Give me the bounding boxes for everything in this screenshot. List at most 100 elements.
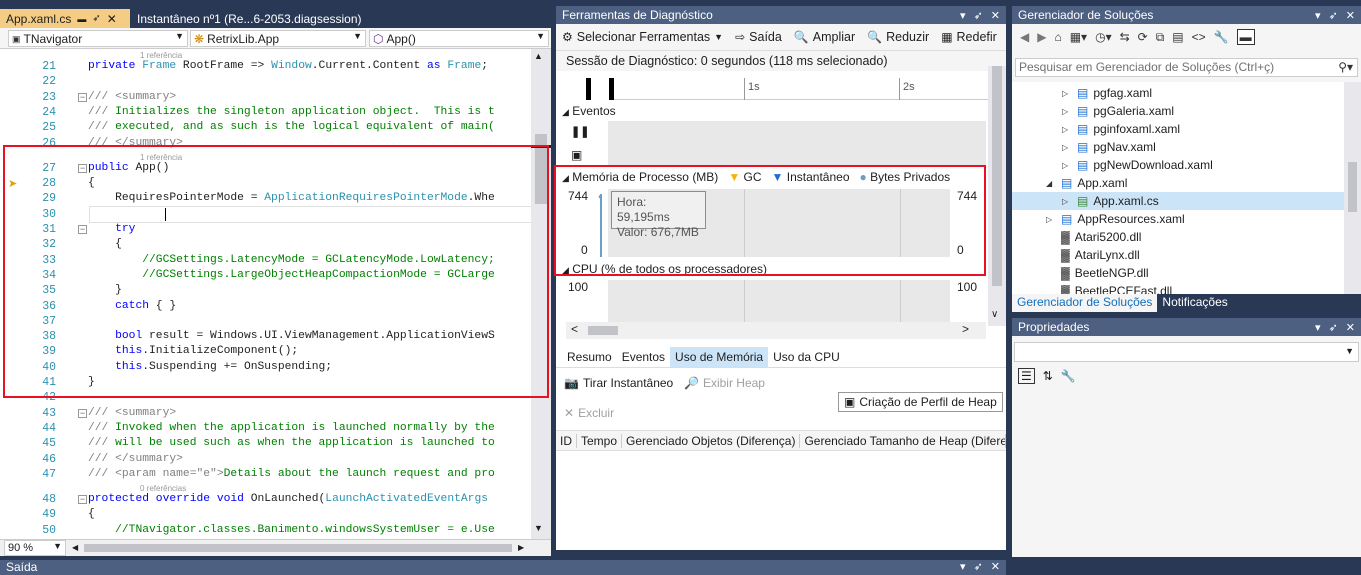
pin-icon[interactable]: ➶ (1329, 9, 1338, 22)
class-dropdown[interactable]: ❋ RetrixLib.App ▼ (190, 30, 366, 47)
code-line[interactable]: 49 { (0, 507, 531, 522)
col-id[interactable]: ID (556, 433, 577, 448)
code-line[interactable]: 47 /// <param name="e">Details about the … (0, 467, 531, 482)
property-pages-icon[interactable]: 🔧 (1061, 369, 1076, 383)
dropdown-icon[interactable]: ▾ (1315, 321, 1321, 334)
expand-arrow-icon[interactable]: ▷ (1062, 125, 1072, 134)
tab-summary[interactable]: Resumo (562, 347, 617, 367)
timeline-ruler[interactable]: 1s 2s (586, 78, 990, 100)
dropdown-icon[interactable]: ▾ (1315, 9, 1321, 22)
tree-item[interactable]: ▓ BeetlePCEFast.dll (1012, 282, 1172, 294)
scroll-left-icon[interactable]: ◀ (72, 543, 78, 552)
tree-item[interactable]: ◢ ▤ App.xaml (1012, 174, 1127, 192)
fold-toggle-icon[interactable]: − (78, 495, 87, 505)
horizontal-scroll-thumb[interactable] (84, 544, 512, 552)
collapse-all-icon[interactable]: ⧉ (1156, 30, 1165, 45)
expand-arrow-icon[interactable]: ▷ (1062, 161, 1072, 170)
tree-item[interactable]: ▷ ▤ pgfag.xaml (1012, 84, 1152, 102)
pin-icon[interactable]: ➶ (92, 13, 100, 25)
col-managed-objects[interactable]: Gerenciado Objetos (Diferença) (622, 433, 801, 448)
properties-object-dropdown[interactable]: ▼ (1014, 342, 1359, 362)
tree-item[interactable]: ▓ BeetleNGP.dll (1012, 264, 1149, 282)
fold-toggle-icon[interactable]: − (78, 92, 87, 102)
scroll-left-icon[interactable]: < (571, 322, 578, 336)
tree-item[interactable]: ▷ ▤ AppResources.xaml (1012, 210, 1185, 228)
scroll-thumb[interactable] (1348, 162, 1357, 212)
tab-diagsession[interactable]: Instantâneo nº1 (Re...6-2053.diagsession… (131, 9, 386, 28)
tree-item[interactable]: ▓ AtariLynx.dll (1012, 246, 1140, 264)
tree-item[interactable]: ▓ Atari5200.dll (1012, 228, 1141, 246)
refresh-icon[interactable]: ⟳ (1138, 30, 1148, 44)
alphabetical-icon[interactable]: ⇅ (1043, 369, 1053, 383)
delete-button[interactable]: ✕ Excluir (564, 406, 614, 420)
tab-events[interactable]: Eventos (617, 347, 670, 367)
code-line[interactable]: 43 /// <summary> − (0, 406, 531, 421)
cpu-chart-area[interactable] (590, 280, 950, 322)
tree-item[interactable]: ▷ ▤ pginfoxaml.xaml (1012, 120, 1180, 138)
back-icon[interactable]: ◀ (1020, 30, 1029, 44)
expand-arrow-icon[interactable]: ▷ (1062, 197, 1072, 206)
member-dropdown[interactable]: ⬡ App() ▼ (369, 30, 549, 47)
categorized-icon[interactable]: ☰ (1018, 368, 1035, 384)
code-line[interactable]: 50 //TNavigator.classes.Banimento.window… (0, 523, 531, 538)
zoom-out-button[interactable]: 🔍 Reduzir (867, 30, 929, 44)
events-header[interactable]: ◢ Eventos (562, 104, 616, 118)
pin-icon[interactable]: ➶ (974, 560, 983, 575)
scroll-down-icon[interactable]: ▼ (534, 523, 543, 533)
tab-memory-usage[interactable]: Uso de Memória (670, 347, 769, 367)
close-icon[interactable]: ✕ (1346, 321, 1355, 334)
selection-range[interactable] (586, 78, 614, 100)
code-line[interactable]: 45 /// will be used such as when the appl… (0, 436, 531, 451)
scroll-right-icon[interactable]: ▶ (518, 543, 524, 552)
solution-tree[interactable]: ▷ ▤ pgfag.xaml ▷ ▤ pgGaleria.xaml ▷ ▤ pginfoxaml… (1012, 82, 1344, 294)
code-line[interactable]: 24 /// Initializes the singleton applicat… (0, 105, 531, 120)
expand-arrow-icon[interactable]: ▷ (1062, 89, 1072, 98)
code-line[interactable]: 44 /// Invoked when the application is la… (0, 421, 531, 436)
pending-changes-icon[interactable]: ◷▾ (1095, 30, 1112, 44)
solution-search-input[interactable]: Pesquisar em Gerenciador de Soluções (Ct… (1015, 58, 1358, 77)
collapse-arrow-icon[interactable]: ◢ (1046, 179, 1056, 188)
zoom-in-button[interactable]: 🔍 Ampliar (794, 30, 855, 44)
close-icon[interactable]: ✕ (991, 9, 1000, 22)
events-track[interactable] (590, 121, 986, 167)
home-icon[interactable]: ⌂ (1054, 30, 1061, 44)
scroll-down-icon[interactable]: ∨ (991, 309, 998, 320)
tab-cpu-usage[interactable]: Uso da CPU (768, 347, 845, 367)
preview-icon[interactable]: ▬ (1236, 29, 1255, 45)
close-icon[interactable]: ✕ (1346, 9, 1355, 22)
show-heap-button[interactable]: 🔎 Exibir Heap (684, 376, 765, 390)
tree-item[interactable]: ▷ ▤ pgGaleria.xaml (1012, 102, 1174, 120)
reset-button[interactable]: ▦ Redefir (941, 30, 997, 44)
code-line[interactable]: 23 /// <summary> − (0, 90, 531, 105)
scroll-thumb[interactable] (992, 66, 1002, 286)
tree-item[interactable]: ▷ ▤ App.xaml.cs (1012, 192, 1344, 210)
heap-profiling-button[interactable]: ▣ Criação de Perfil de Heap (838, 392, 1003, 412)
sync-icon[interactable]: ⇆ (1120, 30, 1130, 44)
dropdown-icon[interactable]: ▾ (960, 9, 966, 22)
code-line[interactable]: 22 (0, 74, 531, 89)
pin-icon[interactable]: ➶ (1329, 321, 1338, 334)
wrench-icon[interactable]: 🔧 (1214, 30, 1229, 44)
search-icon[interactable]: ⚲▾ (1338, 59, 1353, 76)
close-icon[interactable]: ✕ (107, 13, 117, 25)
col-time[interactable]: Tempo (577, 433, 623, 448)
scroll-right-icon[interactable]: > (962, 322, 969, 336)
zoom-dropdown[interactable]: 90 % ▼ (4, 540, 66, 556)
col-managed-heap-size[interactable]: Gerenciado Tamanho de Heap (Diferer (800, 433, 1006, 448)
fold-toggle-icon[interactable]: − (78, 408, 87, 418)
code-line[interactable]: 46 /// </summary> (0, 452, 531, 467)
expand-arrow-icon[interactable]: ▷ (1046, 215, 1056, 224)
scroll-up-icon[interactable]: ▲ (534, 51, 543, 61)
tab-app-xaml-cs[interactable]: App.xaml.cs ▬ ➶ ✕ (0, 9, 130, 28)
expand-arrow-icon[interactable]: ▷ (1062, 143, 1072, 152)
scroll-thumb[interactable] (588, 326, 618, 335)
code-view-icon[interactable]: <> (1192, 30, 1206, 44)
take-snapshot-button[interactable]: 📷 Tirar Instantâneo (564, 376, 673, 390)
forward-icon[interactable]: ▶ (1037, 30, 1046, 44)
timeline-hscroll[interactable]: < > (566, 322, 986, 339)
tab-notifications[interactable]: Notificações (1157, 294, 1232, 312)
solution-vscroll[interactable] (1344, 82, 1361, 294)
pause-icon[interactable]: ❚❚ (571, 125, 589, 138)
code-line[interactable]: 25 /// executed, and as such is the logic… (0, 120, 531, 135)
project-dropdown[interactable]: ▣ TNavigator ▼ (8, 30, 188, 47)
